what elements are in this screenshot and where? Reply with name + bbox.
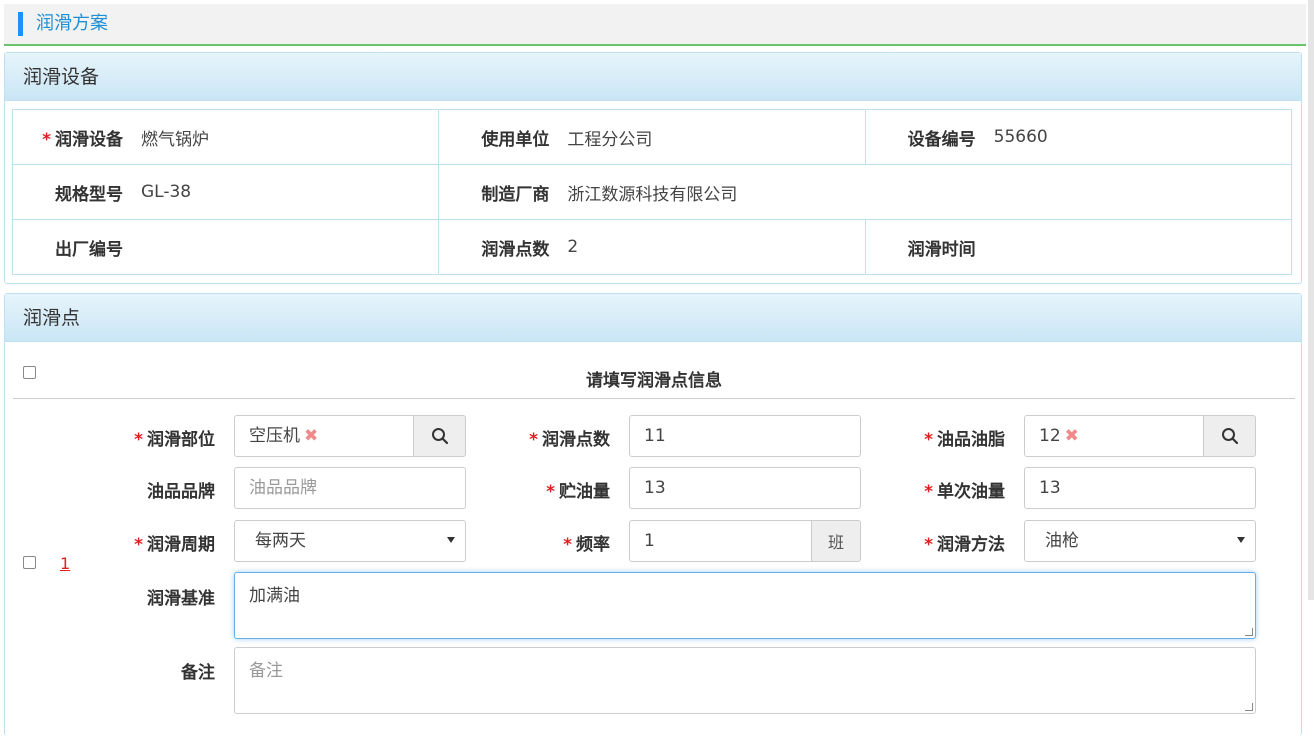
method-value: 油枪 (1045, 531, 1079, 551)
method-select[interactable]: 油枪 (1024, 520, 1256, 562)
standard-value: 加满油 (249, 586, 300, 606)
field-label-device-no: 设备编号 (907, 129, 976, 150)
remove-oil-grease-icon[interactable]: ✖ (1065, 426, 1079, 446)
search-oil-grease-button[interactable] (1203, 415, 1256, 457)
label-cycle: 润滑周期 (147, 535, 215, 555)
field-value-point-count: 2 (567, 237, 579, 257)
device-panel-title: 润滑设备 (5, 53, 1301, 101)
single-amount-input[interactable]: 13 (1024, 467, 1256, 509)
page-header: 润滑方案 (4, 4, 1306, 46)
field-value-unit: 工程分公司 (567, 129, 653, 150)
label-part: 润滑部位 (147, 430, 215, 450)
label-storage: 贮油量 (559, 482, 610, 502)
row-number-link[interactable]: 1 (60, 554, 70, 573)
resize-handle-icon[interactable] (1245, 628, 1253, 636)
page-title: 润滑方案 (36, 13, 108, 34)
oil-grease-tag: 12 (1039, 426, 1061, 446)
required-mark: * (924, 482, 933, 502)
field-value-device-no: 55660 (993, 127, 1048, 147)
divider (13, 398, 1295, 399)
remove-part-icon[interactable]: ✖ (304, 426, 318, 446)
required-mark: * (924, 430, 933, 450)
required-mark: * (563, 535, 572, 555)
points-panel-title: 润滑点 (5, 294, 1301, 342)
label-oil-grease: 油品油脂 (937, 430, 1005, 450)
field-label-factory-no: 出厂编号 (55, 239, 123, 260)
points-panel: 润滑点 请填写润滑点信息 1 * 润滑部位 空压机 ✖ * 润滑点数 11 * 油品油脂… (4, 293, 1302, 736)
label-single-amount: 单次油量 (937, 482, 1005, 502)
field-label-device: 润滑设备 (55, 129, 123, 150)
resize-handle-icon[interactable] (1245, 703, 1253, 711)
search-icon (1221, 428, 1238, 445)
part-tag: 空压机 (249, 426, 300, 446)
label-frequency: 频率 (576, 535, 610, 555)
field-label-spec: 规格型号 (55, 184, 123, 205)
label-oil-brand: 油品品牌 (147, 482, 215, 502)
label-method: 润滑方法 (937, 535, 1005, 555)
device-info-table: * 润滑设备 燃气锅炉 使用单位 工程分公司 设备编号 55660 规格型号 GL-38 … (11, 109, 1293, 275)
field-label-unit: 使用单位 (481, 129, 550, 150)
header-accent-bar (18, 12, 23, 36)
frequency-input[interactable]: 1 (629, 520, 813, 562)
standard-textarea[interactable]: 加满油 (234, 572, 1256, 639)
label-standard: 润滑基准 (147, 589, 215, 609)
required-mark: * (546, 482, 555, 502)
field-label-point-count: 润滑点数 (481, 239, 550, 260)
cycle-value: 每两天 (255, 531, 306, 551)
field-value-spec: GL-38 (141, 182, 192, 202)
required-mark: * (134, 430, 143, 450)
field-label-manufacturer: 制造厂商 (481, 184, 550, 205)
points-header: 请填写润滑点信息 (586, 371, 722, 391)
remark-placeholder: 备注 (249, 661, 283, 681)
chevron-down-icon (1237, 537, 1245, 543)
field-label-time: 润滑时间 (907, 239, 976, 260)
required-mark: * (134, 535, 143, 555)
oil-grease-input[interactable]: 12 ✖ (1024, 415, 1204, 457)
required-mark: * (924, 535, 933, 555)
required-mark: * (529, 430, 538, 450)
label-remark: 备注 (181, 663, 215, 683)
required-mark: * (42, 129, 51, 150)
label-point-count: 润滑点数 (542, 430, 610, 450)
scrollbar[interactable] (1308, 0, 1314, 600)
field-value-manufacturer: 浙江数源科技有限公司 (567, 184, 738, 205)
field-value-device: 燃气锅炉 (141, 129, 209, 150)
device-panel: 润滑设备 * 润滑设备 燃气锅炉 使用单位 工程分公司 设备编号 55660 规格型号 G… (4, 52, 1302, 284)
remark-textarea[interactable]: 备注 (234, 647, 1256, 714)
row-checkbox[interactable] (23, 556, 36, 569)
part-input[interactable]: 空压机 ✖ (234, 415, 414, 457)
